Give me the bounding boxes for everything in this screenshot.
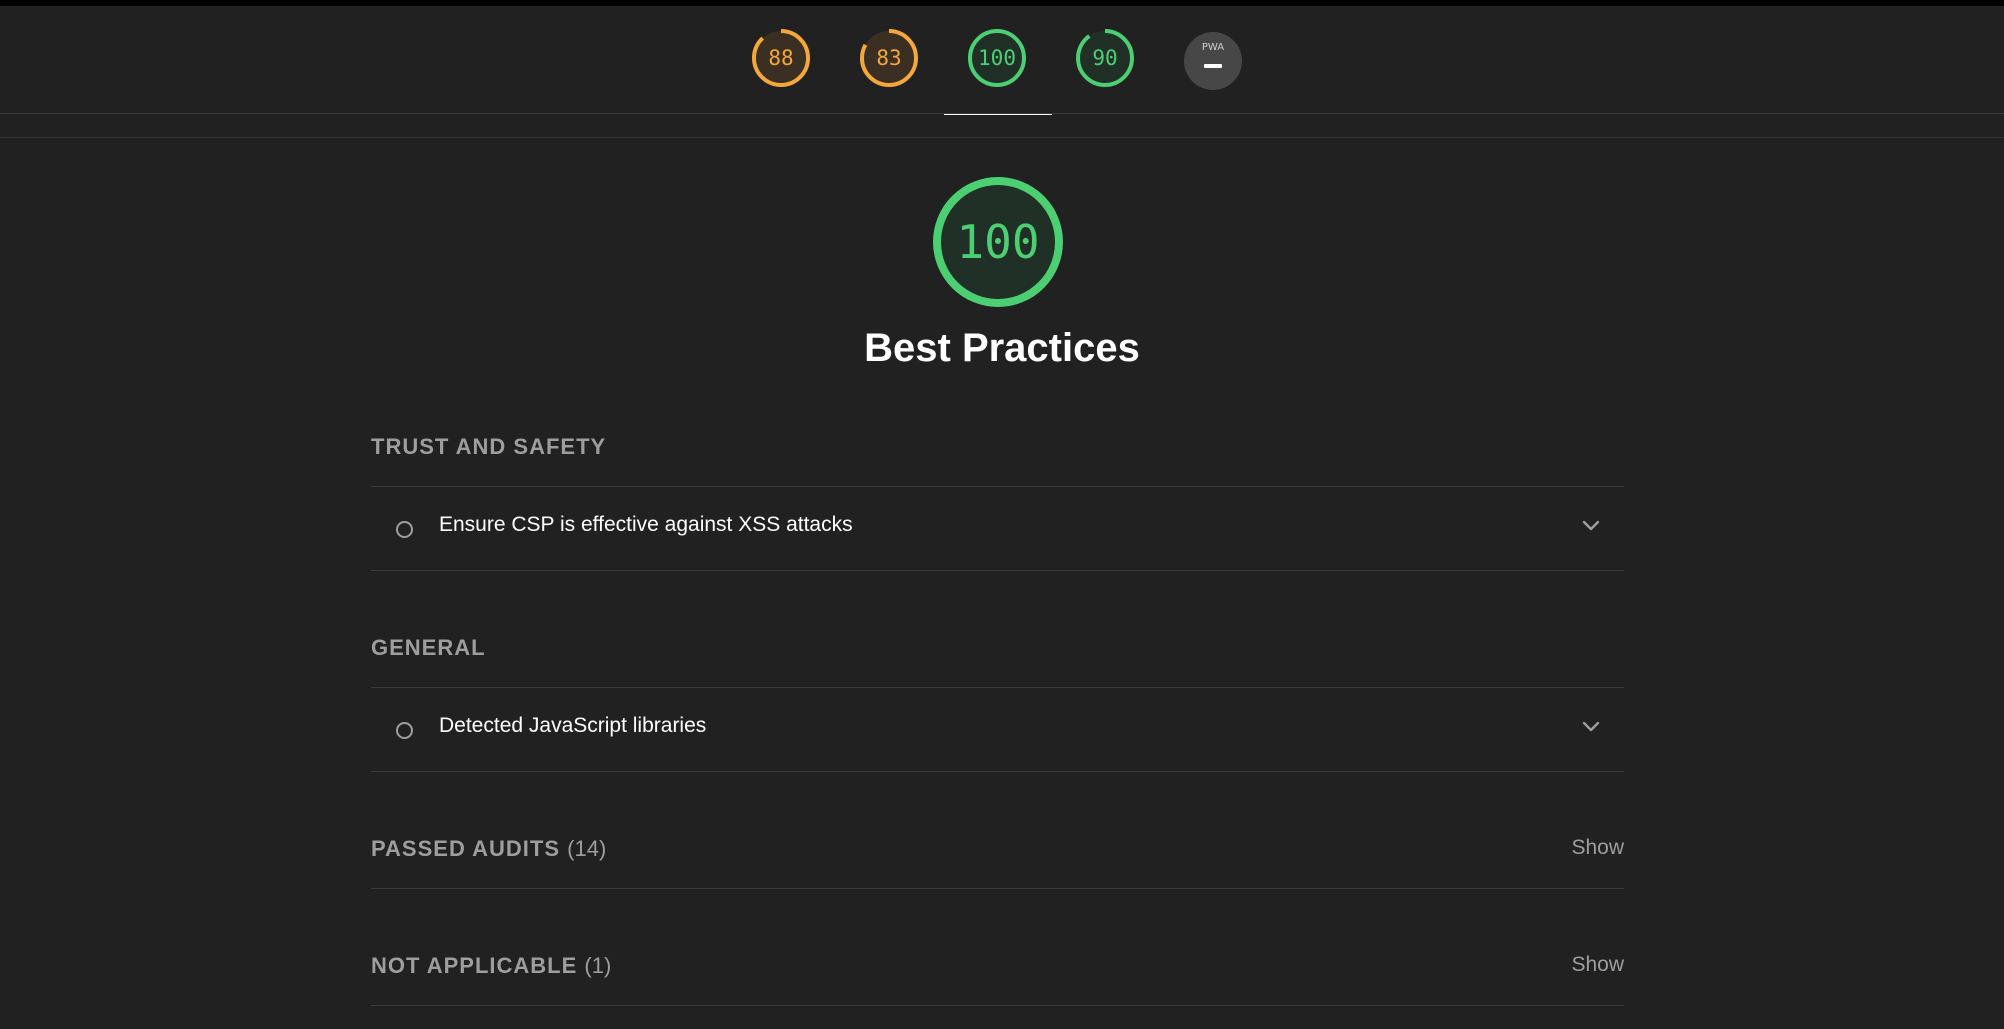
pwa-badge[interactable]: PWA [1184, 32, 1242, 90]
audit-title: Detected JavaScript libraries [439, 714, 707, 737]
section-heading: TRUST AND SAFETY [371, 434, 607, 459]
accessibility-score: 83 [876, 46, 902, 70]
performance-gauge[interactable]: 88 [749, 26, 813, 90]
audit-js-libraries[interactable]: Detected JavaScript libraries [371, 688, 1624, 772]
nav-divider-secondary [0, 137, 2004, 138]
section-passed-audits[interactable]: PASSED AUDITS (14) Show [371, 822, 1624, 889]
section-heading: NOT APPLICABLE (1) [371, 953, 612, 978]
chevron-down-icon[interactable] [1582, 721, 1600, 733]
audit-content: TRUST AND SAFETY Ensure CSP is effective… [371, 420, 1624, 1006]
accessibility-gauge[interactable]: 83 [857, 26, 921, 90]
pwa-dash-icon [1204, 64, 1222, 68]
audit-title: Ensure CSP is effective against XSS atta… [439, 513, 853, 536]
not-applicable-count: (1) [584, 953, 612, 978]
informative-circle-icon [396, 521, 413, 538]
pwa-label: PWA [1201, 42, 1225, 53]
section-general: GENERAL [371, 621, 1624, 688]
nav-divider [0, 113, 2004, 114]
category-score: 100 [956, 215, 1040, 269]
show-not-applicable-button[interactable]: Show [1571, 953, 1624, 977]
chevron-down-icon[interactable] [1582, 520, 1600, 532]
audit-csp-xss[interactable]: Ensure CSP is effective against XSS atta… [371, 487, 1624, 571]
show-passed-button[interactable]: Show [1571, 836, 1624, 860]
passed-count: (14) [567, 836, 607, 861]
category-title: Best Practices [864, 326, 1140, 370]
seo-score: 90 [1092, 46, 1118, 70]
best-practices-gauge[interactable]: 100 [965, 26, 1029, 90]
performance-score: 88 [768, 46, 794, 70]
section-not-applicable[interactable]: NOT APPLICABLE (1) Show [371, 939, 1624, 1006]
informative-circle-icon [396, 722, 413, 739]
section-trust-and-safety: TRUST AND SAFETY [371, 420, 1624, 487]
seo-gauge[interactable]: 90 [1073, 26, 1137, 90]
section-heading: PASSED AUDITS (14) [371, 836, 607, 861]
best-practices-score: 100 [978, 46, 1016, 70]
category-score-gauge: 100 [932, 176, 1064, 308]
section-heading: GENERAL [371, 635, 486, 660]
